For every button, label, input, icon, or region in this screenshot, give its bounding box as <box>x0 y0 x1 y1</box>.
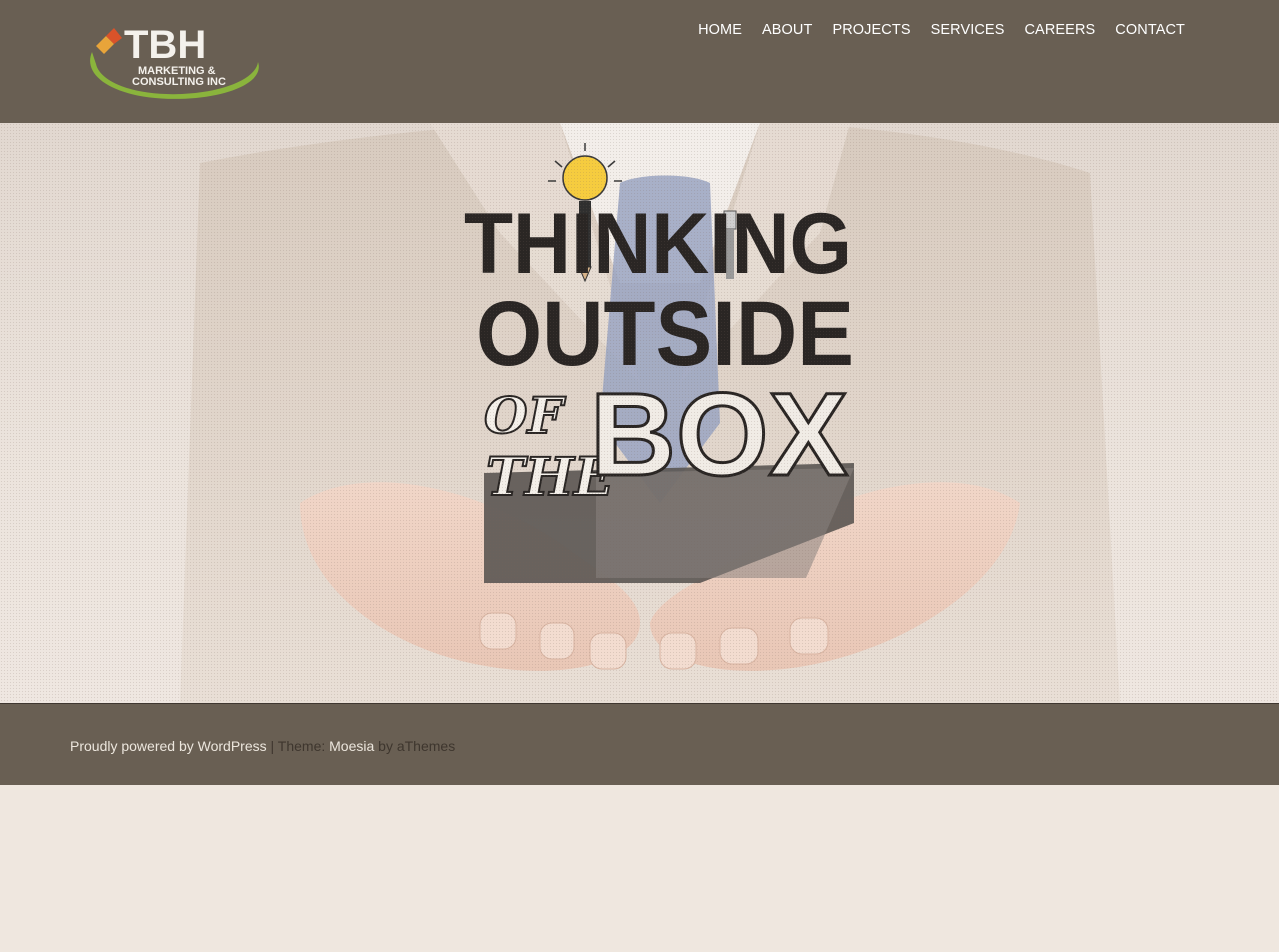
site-info: Proudly powered by WordPress | Theme: Mo… <box>70 738 455 754</box>
hero-line-thinking: THINKING <box>464 196 852 292</box>
wordpress-link[interactable]: Proudly powered by WordPress <box>70 738 267 754</box>
main-navigation: HOME ABOUT PROJECTS SERVICES CAREERS CON… <box>688 21 1185 39</box>
nav-services[interactable]: SERVICES <box>921 21 1015 39</box>
hero-word-of: OF <box>484 386 567 445</box>
nav-about[interactable]: ABOUT <box>752 21 822 39</box>
footer-separator: | <box>270 738 275 754</box>
hero-banner: THINKING OUTSIDE OF THE BOX <box>0 123 1279 704</box>
theme-author: by aThemes <box>378 738 456 754</box>
hero-word-box: BOX <box>590 369 848 501</box>
nav-careers[interactable]: CAREERS <box>1014 21 1105 39</box>
logo-title: TBH <box>124 23 206 67</box>
site-header: TBH MARKETING & CONSULTING INC HOME ABOU… <box>0 0 1279 123</box>
site-footer: Proudly powered by WordPress | Theme: Mo… <box>0 704 1279 785</box>
nav-home[interactable]: HOME <box>688 21 752 39</box>
logo-line2: CONSULTING INC <box>132 76 226 88</box>
hero-illustration: THINKING OUTSIDE OF THE BOX <box>180 123 1120 703</box>
nav-contact[interactable]: CONTACT <box>1105 21 1185 39</box>
nav-projects[interactable]: PROJECTS <box>822 21 920 39</box>
theme-link[interactable]: Moesia <box>329 738 374 754</box>
site-logo[interactable]: TBH MARKETING & CONSULTING INC <box>86 22 264 102</box>
tbh-logo-icon: TBH MARKETING & CONSULTING INC <box>90 23 259 99</box>
theme-prefix: Theme: <box>277 738 326 754</box>
